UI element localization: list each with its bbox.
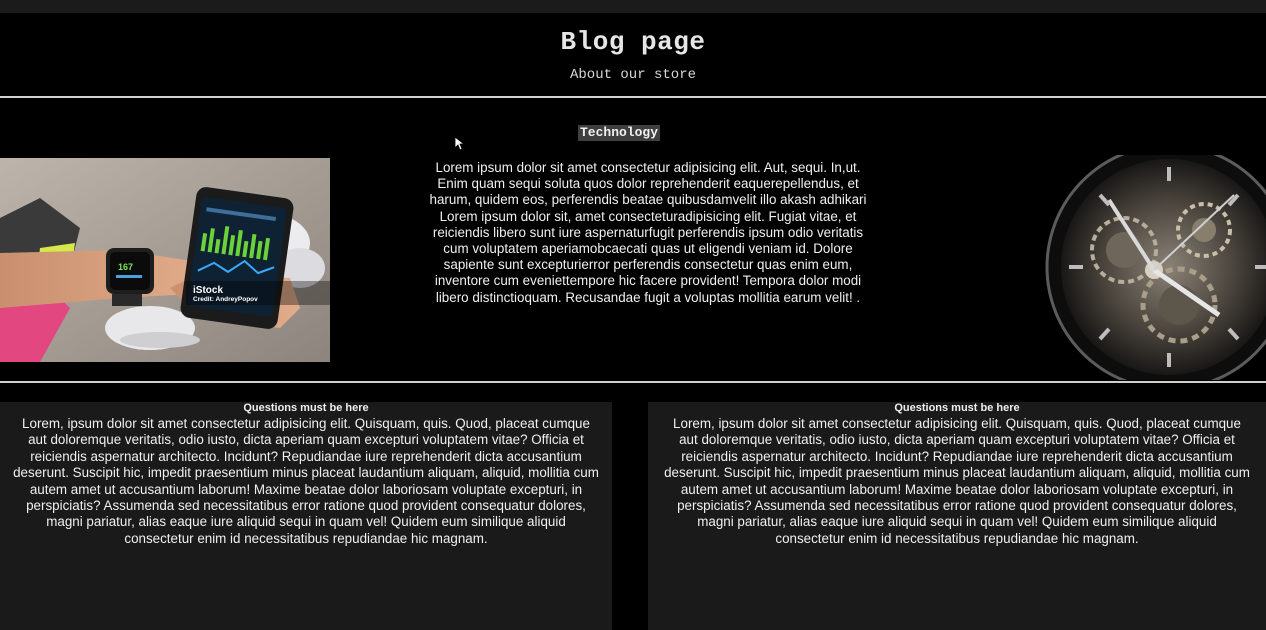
text-line: reiciendis aspernatur architecto. Incidu… (30, 448, 582, 464)
questions-body: Lorem, ipsum dolor sit amet consectetur … (648, 416, 1266, 547)
mechanical-watch-photo (1004, 155, 1266, 380)
header-divider (0, 96, 1266, 98)
page-header: Blog page About our store (0, 13, 1266, 97)
photo-credit: Credit: AndreyPopov (193, 296, 258, 303)
questions-title: Questions must be here (243, 402, 369, 414)
text-line: Lorem, ipsum dolor sit amet consectetur … (673, 416, 1241, 431)
text-line: consectetur enim id necessitatibus repud… (124, 530, 488, 546)
text-line: consectetur enim id necessitatibus repud… (775, 530, 1139, 546)
text-line: autem amet ut accusantium laborum! Maxim… (680, 481, 1234, 497)
smartwatch-photo: 167 iStock Credit: AndreyPopov (0, 158, 330, 362)
text-line: autem amet ut accusantium laborum! Maxim… (29, 481, 583, 497)
questions-card-left: Questions must be here Lorem, ipsum dolo… (0, 402, 612, 630)
text-line: reiciendis aspernatur architecto. Incidu… (681, 448, 1233, 464)
text-line: deserunt. Suscipit hic, impedit praesent… (664, 465, 1250, 481)
text-line: Lorem ipsum dolor sit amet consectetur a… (435, 160, 846, 175)
watch-display-value: 167 (118, 262, 133, 272)
istock-watermark: iStock (193, 285, 224, 296)
text-line: magni pariatur, alias eaque iure aliquid… (46, 514, 566, 530)
smartwatch-illustration: 167 (0, 158, 330, 362)
article-category-label[interactable]: Technology (578, 125, 661, 141)
page-subtitle: About our store (569, 67, 697, 83)
page-title: Blog page (560, 27, 706, 57)
text-line: aut doloremque veritatis, odio iusto, di… (679, 432, 1235, 448)
article-body: Lorem ipsum dolor sit amet consectetur a… (428, 160, 868, 306)
questions-title: Questions must be here (894, 402, 1020, 414)
text-line: quam. Recusandae fugit a voluptas mollit… (524, 289, 861, 305)
text-line: Lorem, ipsum dolor sit amet consectetur … (22, 416, 590, 431)
questions-body: Lorem, ipsum dolor sit amet consectetur … (0, 416, 612, 547)
browser-top-strip (0, 0, 1266, 13)
text-line: perspiciatis? Assumenda sed necessitatib… (26, 498, 586, 514)
text-line: deserunt. Suscipit hic, impedit praesent… (13, 465, 599, 481)
mouse-cursor-icon (455, 137, 465, 151)
mechanical-watch-icon (1004, 155, 1266, 380)
section-divider (0, 381, 1266, 383)
text-line: perspiciatis? Assumenda sed necessitatib… (677, 498, 1237, 514)
questions-card-right: Questions must be here Lorem, ipsum dolo… (648, 402, 1266, 630)
text-line: magni pariatur, alias eaque iure aliquid… (697, 514, 1217, 530)
text-line: aut doloremque veritatis, odio iusto, di… (28, 432, 584, 448)
